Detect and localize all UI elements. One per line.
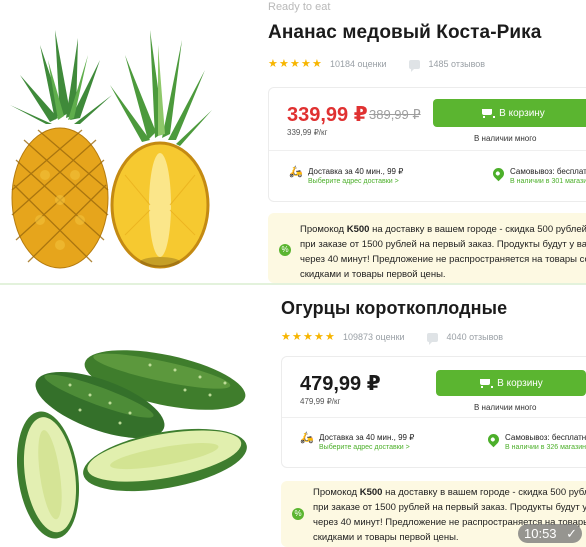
promo-code[interactable]: K500: [347, 224, 370, 235]
divider: [269, 150, 586, 151]
product-title: Ананас медовый Коста-Рика: [268, 22, 542, 43]
star-icon: ★: [325, 331, 335, 343]
star-icon: ★: [301, 58, 311, 70]
courier-icon: 🛵: [289, 166, 303, 178]
add-to-cart-button[interactable]: В корзину: [433, 99, 586, 127]
product-card-cucumbers: Огурцы короткоплодные ★ ★ ★ ★ ★ 109873 о…: [0, 283, 586, 547]
add-to-cart-button[interactable]: В корзину: [436, 370, 586, 396]
time-overlay: 10:53 ✓: [518, 524, 582, 543]
promo-code[interactable]: K500: [360, 487, 383, 498]
stores-link[interactable]: В наличии в 326 магазинах >: [505, 443, 586, 453]
choose-address-link[interactable]: Выберите адрес доставки >: [319, 443, 414, 453]
review-icon: [408, 59, 420, 72]
promo-prefix: Промокод: [313, 487, 360, 498]
add-to-cart-label: В корзину: [497, 377, 543, 389]
cart-icon: [481, 108, 496, 118]
pickup-pin-icon: [485, 431, 502, 448]
check-icon: ✓: [566, 526, 577, 541]
pickup-option[interactable]: Самовывоз: бесплатно В наличии в 326 маг…: [485, 431, 586, 453]
star-icon: ★: [314, 331, 324, 343]
star-icon: ★: [292, 331, 302, 343]
percent-icon: %: [279, 244, 291, 256]
promo-banner: % Промокод K500 на доставку в вашем горо…: [268, 213, 586, 283]
delivery-text: Доставка за 40 мин., 99 ₽: [319, 433, 415, 442]
promo-prefix: Промокод: [300, 224, 347, 235]
price-per-kg: 339,99 ₽/кг: [287, 128, 328, 137]
star-icon: ★: [290, 58, 300, 70]
reviews-link[interactable]: 4040 отзывов: [447, 332, 504, 342]
stock-status: В наличии много: [474, 134, 537, 143]
star-icon: ★: [281, 331, 291, 343]
cart-icon: [479, 378, 494, 388]
stores-link[interactable]: В наличии в 301 магазине >: [510, 177, 586, 187]
buy-box: 339,99 ₽ 389,99 ₽ 339,99 ₽/кг В корзину …: [268, 87, 586, 202]
ratings-count: 10184 оценки: [330, 59, 387, 69]
ready-to-eat-tag: Ready to eat: [268, 1, 331, 13]
buy-box: 479,99 ₽ 479,99 ₽/кг В корзину В наличии…: [281, 356, 586, 468]
courier-icon: 🛵: [300, 432, 314, 444]
pickup-pin-icon: [490, 165, 507, 182]
star-icon: ★: [279, 58, 289, 70]
current-price: 479,99 ₽: [300, 373, 381, 395]
reviews-link[interactable]: 1485 отзывов: [429, 59, 486, 69]
promo-text: Промокод K500 на доставку в вашем городе…: [300, 222, 586, 282]
star-icon: ★: [268, 58, 278, 70]
old-price: 389,99 ₽: [369, 107, 421, 122]
rating-stars: ★ ★ ★ ★ ★: [281, 331, 335, 343]
product-title: Огурцы короткоплодные: [281, 298, 508, 318]
current-price: 339,99 ₽: [287, 104, 368, 126]
divider: [282, 417, 586, 418]
rating-stars: ★ ★ ★ ★ ★: [268, 58, 322, 70]
product-card-pineapple: Ready to eat Ананас медовый Коста-Рика ★…: [0, 0, 586, 283]
price-per-kg: 479,99 ₽/кг: [300, 397, 341, 406]
add-to-cart-label: В корзину: [499, 107, 545, 119]
review-icon: [426, 332, 438, 345]
rating-row[interactable]: ★ ★ ★ ★ ★ 10184 оценки 1485 отзывов: [268, 58, 486, 72]
clock-time: 10:53: [524, 526, 557, 541]
delivery-option[interactable]: 🛵 Доставка за 40 мин., 99 ₽ Выберите адр…: [300, 432, 414, 453]
percent-icon: %: [292, 508, 304, 520]
pickup-text: Самовывоз: бесплатно: [505, 433, 586, 442]
pickup-text: Самовывоз: бесплатно: [510, 167, 586, 176]
stock-status: В наличии много: [474, 403, 537, 412]
ratings-count: 109873 оценки: [343, 332, 405, 342]
delivery-text: Доставка за 40 мин., 99 ₽: [308, 167, 404, 176]
delivery-option[interactable]: 🛵 Доставка за 40 мин., 99 ₽ Выберите адр…: [289, 166, 403, 187]
pineapple-image[interactable]: [0, 0, 262, 283]
pickup-option[interactable]: Самовывоз: бесплатно В наличии в 301 маг…: [490, 165, 586, 187]
choose-address-link[interactable]: Выберите адрес доставки >: [308, 177, 403, 187]
star-icon: ★: [303, 331, 313, 343]
rating-row[interactable]: ★ ★ ★ ★ ★ 109873 оценки 4040 отзывов: [281, 331, 504, 345]
cucumbers-image[interactable]: [0, 285, 270, 547]
star-icon: ★: [312, 58, 322, 70]
